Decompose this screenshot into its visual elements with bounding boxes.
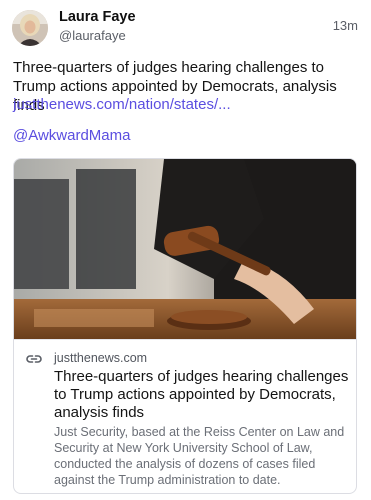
- card-image: [14, 159, 356, 339]
- link-icon: [26, 355, 42, 363]
- author-handle[interactable]: @laurafaye: [59, 28, 126, 43]
- avatar-photo: [12, 10, 48, 46]
- card-description: Just Security, based at the Reiss Center…: [54, 425, 345, 487]
- avatar[interactable]: [12, 10, 48, 46]
- mention-link[interactable]: @AwkwardMama: [13, 126, 130, 145]
- post-timestamp[interactable]: 13m: [333, 18, 358, 33]
- post: Laura Faye @laurafaye 13m Three-quarters…: [0, 0, 371, 500]
- card-domain: justthenews.com: [54, 351, 148, 365]
- card-title: Three-quarters of judges hearing challen…: [54, 368, 349, 421]
- author-name[interactable]: Laura Faye: [59, 9, 136, 25]
- post-link[interactable]: justthenews.com/nation/states/...: [13, 95, 231, 114]
- card-body: justthenews.com Three-quarters of judges…: [14, 339, 356, 493]
- link-card[interactable]: justthenews.com Three-quarters of judges…: [13, 158, 357, 494]
